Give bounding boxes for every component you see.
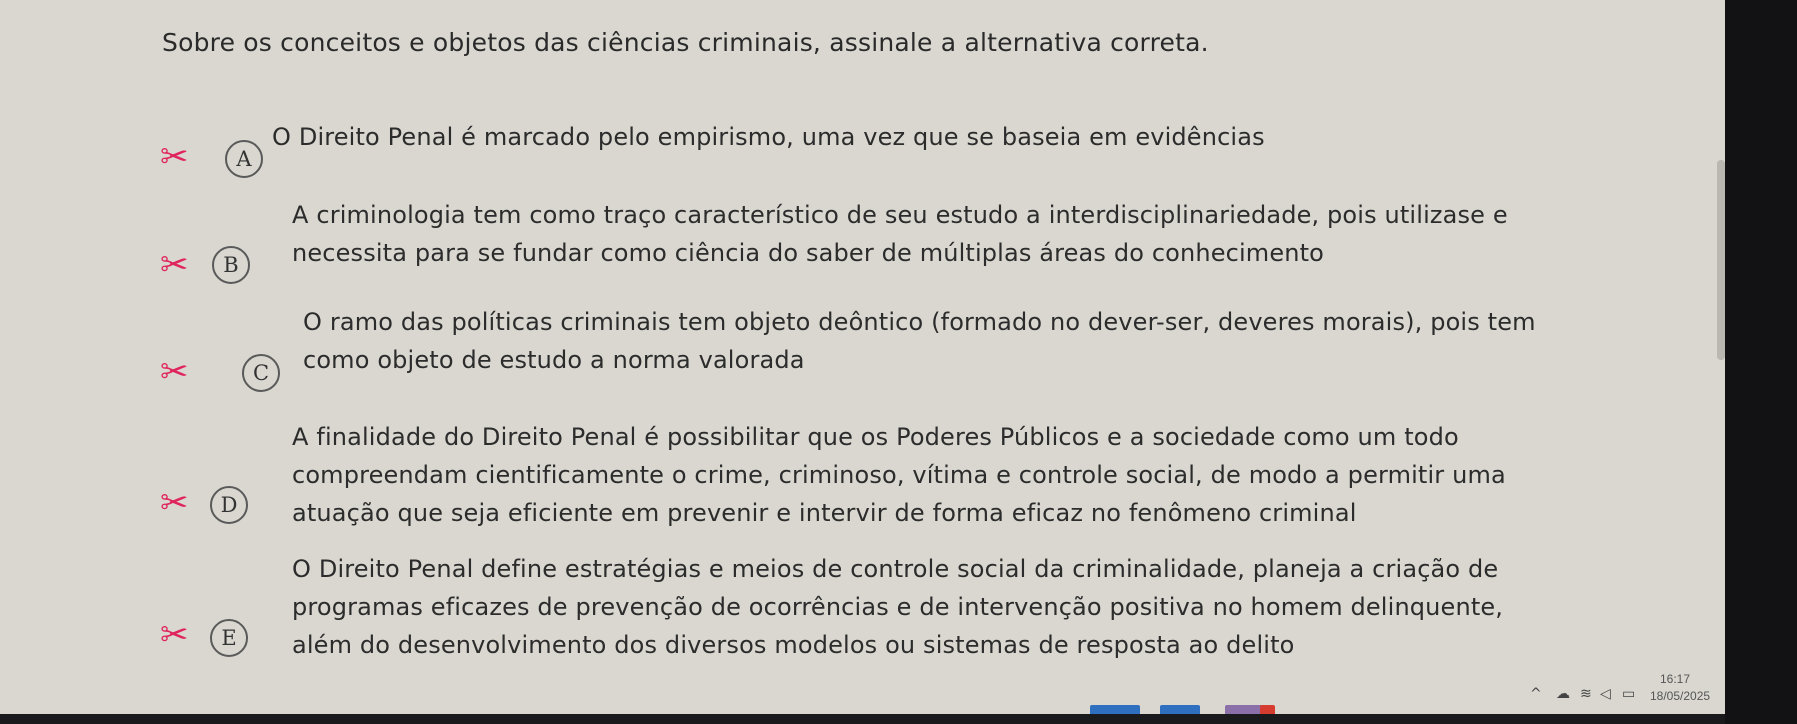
option-c-text[interactable]: O ramo das políticas criminais tem objet… (303, 303, 1693, 379)
option-d-bubble[interactable]: D (210, 486, 248, 524)
tray-date[interactable]: 18/05/2025 (1650, 689, 1710, 703)
option-b-line-1: A criminologia tem como traço caracterís… (292, 201, 1508, 229)
taskbar-app-icon[interactable] (1225, 705, 1265, 714)
chevron-up-icon[interactable]: ^ (1530, 686, 1542, 702)
taskbar-app-icon[interactable] (1090, 705, 1140, 714)
tray-time[interactable]: 16:17 (1660, 672, 1690, 686)
wifi-icon[interactable]: ≋ (1580, 686, 1592, 702)
option-a-line-1: O Direito Penal é marcado pelo empirismo… (272, 123, 1265, 151)
question-text: Sobre os conceitos e objetos das ciência… (162, 28, 1209, 57)
option-b-text[interactable]: A criminologia tem como traço caracterís… (292, 196, 1682, 272)
option-e-text[interactable]: O Direito Penal define estratégias e mei… (292, 550, 1687, 664)
option-d-text[interactable]: A finalidade do Direito Penal é possibil… (292, 418, 1687, 532)
scissors-icon[interactable]: ✂ (160, 140, 189, 174)
option-d-line-2: compreendam cientificamente o crime, cri… (292, 461, 1506, 489)
scissors-icon[interactable]: ✂ (160, 486, 189, 520)
option-e-line-1: O Direito Penal define estratégias e mei… (292, 555, 1499, 583)
cloud-icon[interactable]: ☁ (1556, 686, 1570, 702)
taskbar-app-icon[interactable] (1260, 705, 1275, 714)
scissors-icon[interactable]: ✂ (160, 355, 189, 389)
option-e-bubble[interactable]: E (210, 619, 248, 657)
battery-icon[interactable]: ▭ (1622, 686, 1635, 702)
monitor-bezel (1725, 0, 1797, 724)
scissors-icon[interactable]: ✂ (160, 618, 189, 652)
quiz-screen: Sobre os conceitos e objetos das ciência… (0, 0, 1725, 714)
option-a-text[interactable]: O Direito Penal é marcado pelo empirismo… (272, 118, 1372, 156)
option-d-line-3: atuação que seja eficiente em prevenir e… (292, 499, 1357, 527)
option-d-line-1: A finalidade do Direito Penal é possibil… (292, 423, 1459, 451)
scrollbar-thumb[interactable] (1717, 160, 1725, 360)
option-a-bubble[interactable]: A (225, 140, 263, 178)
option-c-line-2: como objeto de estudo a norma valorada (303, 346, 805, 374)
scissors-icon[interactable]: ✂ (160, 248, 189, 282)
volume-icon[interactable]: ◁ (1600, 686, 1611, 702)
option-c-bubble[interactable]: C (242, 354, 280, 392)
option-b-line-2: necessita para se fundar como ciência do… (292, 239, 1325, 267)
option-e-line-3: além do desenvolvimento dos diversos mod… (292, 631, 1295, 659)
taskbar-app-icon[interactable] (1160, 705, 1200, 714)
option-e-line-2: programas eficazes de prevenção de ocorr… (292, 593, 1504, 621)
option-b-bubble[interactable]: B (212, 246, 250, 284)
option-c-line-1: O ramo das políticas criminais tem objet… (303, 308, 1536, 336)
